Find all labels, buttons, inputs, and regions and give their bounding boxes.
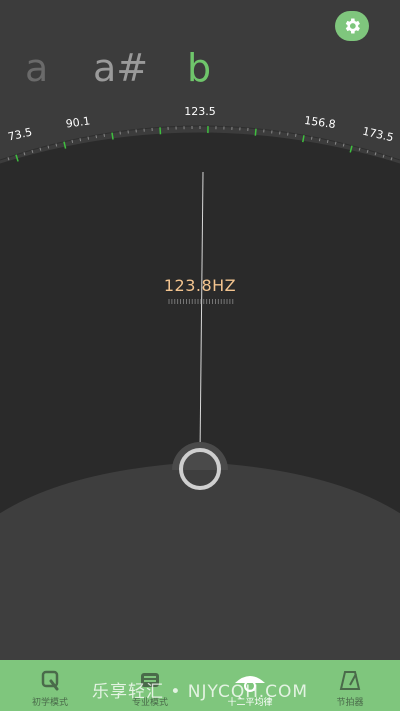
nav-item-beginner[interactable]: 初学模式 bbox=[0, 660, 100, 711]
lower-panel bbox=[0, 462, 400, 661]
minor-tick bbox=[87, 136, 90, 140]
minor-tick bbox=[326, 139, 329, 143]
equal-temperament-icon bbox=[235, 676, 265, 692]
beginner-icon bbox=[41, 670, 59, 691]
minor-tick bbox=[79, 138, 82, 142]
metronome-icon bbox=[339, 671, 361, 690]
nav-item-equal-temperament[interactable]: 十二平均律 bbox=[200, 660, 300, 711]
minor-tick bbox=[366, 149, 369, 154]
major-tick bbox=[111, 132, 114, 140]
professional-icon bbox=[141, 673, 159, 687]
nav-item-metronome[interactable]: 节拍器 bbox=[300, 660, 400, 711]
gear-icon bbox=[345, 18, 360, 34]
minor-tick bbox=[382, 154, 385, 158]
nav-label: 专业模式 bbox=[131, 698, 168, 708]
minor-tick bbox=[71, 139, 74, 143]
note-previous: a bbox=[25, 46, 49, 90]
minor-tick bbox=[342, 143, 345, 147]
nav-label: 节拍器 bbox=[336, 698, 364, 708]
frequency-fine-scale bbox=[168, 299, 234, 304]
minor-tick bbox=[31, 149, 34, 154]
nav-item-professional[interactable]: 专业模式 bbox=[100, 660, 200, 711]
minor-tick bbox=[374, 152, 377, 156]
nav-label: 十二平均律 bbox=[227, 698, 273, 708]
minor-tick bbox=[23, 152, 26, 156]
minor-tick bbox=[47, 145, 50, 149]
minor-tick bbox=[55, 143, 58, 147]
minor-tick bbox=[318, 138, 321, 142]
minor-tick bbox=[39, 147, 42, 151]
minor-tick bbox=[390, 157, 393, 161]
minor-tick bbox=[334, 141, 337, 145]
minor-tick bbox=[95, 135, 98, 139]
minor-tick bbox=[310, 136, 313, 140]
minor-tick bbox=[358, 147, 361, 151]
frequency-readout: 123.8HZ bbox=[163, 276, 237, 295]
minor-tick bbox=[7, 157, 10, 161]
note-current: b bbox=[187, 46, 212, 90]
scale-label: 123.5 bbox=[184, 105, 216, 118]
settings-button[interactable] bbox=[335, 11, 369, 41]
bottom-navigation: 初学模式 专业模式 十二平均律 节拍器 bbox=[0, 660, 400, 711]
note-previous-sharp: a# bbox=[93, 46, 149, 90]
major-tick bbox=[254, 128, 257, 136]
nav-label: 初学模式 bbox=[31, 698, 68, 708]
